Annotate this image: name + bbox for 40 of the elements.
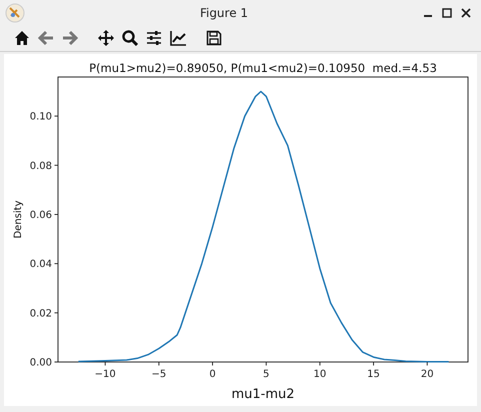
tick-mark: [212, 362, 213, 366]
tick-mark: [373, 362, 374, 366]
tick-mark: [54, 263, 58, 264]
x-axis-label: mu1-mu2: [231, 387, 295, 402]
tick-mark: [104, 362, 106, 366]
tick-label: 0.06: [30, 210, 52, 221]
app-icon: [5, 2, 25, 22]
tick-mark: [54, 214, 58, 215]
tick-label: 0.08: [30, 160, 52, 172]
right-arrow-icon[interactable]: [62, 30, 78, 46]
tick-label: 0.00: [30, 358, 52, 368]
tick-mark: [158, 362, 160, 366]
tick-mark: [266, 362, 267, 366]
tick-label: 10: [314, 369, 326, 380]
window-title: Figure 1: [198, 6, 250, 20]
save-icon[interactable]: [206, 30, 222, 46]
tick-label: 15: [367, 369, 380, 380]
tick-label: 5: [263, 369, 270, 380]
left-arrow-icon[interactable]: [38, 30, 54, 46]
y-axis-label: Density: [13, 200, 24, 239]
tick-mark: [54, 116, 58, 117]
tick-mark: [426, 362, 428, 366]
tick-mark: [319, 362, 320, 366]
tick-label: −5: [152, 369, 166, 380]
close-icon[interactable]: [461, 8, 471, 18]
tick-label: 0.02: [30, 308, 52, 320]
search-icon[interactable]: [122, 30, 138, 46]
tick-label: −10: [94, 369, 116, 380]
tick-label: 0.10: [30, 112, 52, 123]
tick-label: 0: [209, 369, 216, 380]
chart-title: P(mu1>mu2)=0.89050, P(mu1<mu2)=0.10950 med.=4.53: [89, 61, 437, 75]
tick-mark: [54, 312, 58, 314]
line-chart-icon[interactable]: [170, 30, 186, 46]
sliders-icon[interactable]: [146, 30, 162, 46]
move-icon[interactable]: [98, 30, 114, 46]
tick-label: 20: [420, 369, 434, 380]
tick-mark: [54, 164, 58, 166]
tick-label: 0.04: [30, 259, 52, 270]
maximize-icon[interactable]: [442, 8, 452, 18]
home-icon[interactable]: [14, 30, 30, 46]
